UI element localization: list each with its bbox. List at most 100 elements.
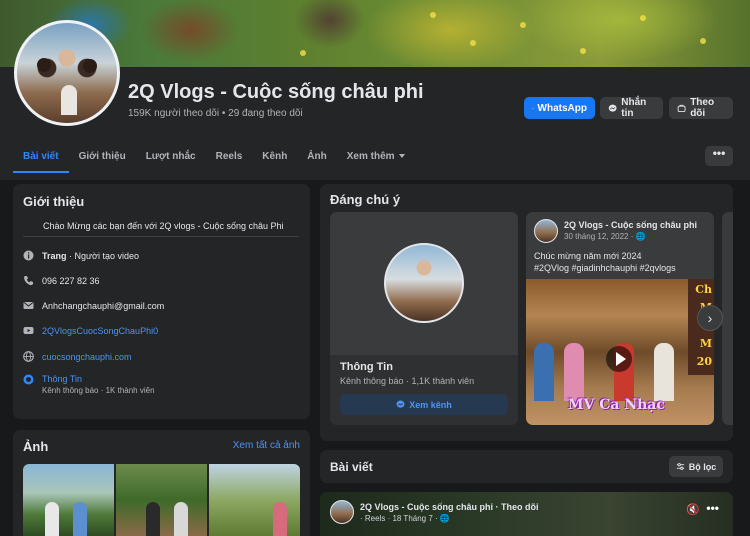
cover-flower bbox=[700, 38, 706, 44]
follow-button[interactable]: Theo dõi bbox=[669, 97, 733, 119]
mute-icon[interactable]: 🔇 bbox=[686, 503, 700, 516]
messenger-icon bbox=[608, 104, 617, 112]
video-figure bbox=[534, 343, 554, 401]
photo-thumbnail[interactable] bbox=[209, 464, 300, 536]
video-figure bbox=[564, 343, 584, 401]
posts-header: Bài viết Bộ lọc bbox=[320, 450, 733, 483]
youtube-icon bbox=[23, 325, 34, 336]
posts-title: Bài viết bbox=[330, 460, 373, 474]
intro-title: Giới thiệu bbox=[23, 194, 85, 209]
channel-card-subtitle: Kênh thông báo · 1,1K thành viên bbox=[340, 376, 475, 386]
tab-photos[interactable]: Ảnh bbox=[297, 145, 336, 173]
intro-description: Chào Mừng các bạn đến với 2Q vlogs - Cuộ… bbox=[43, 221, 284, 231]
chevron-right-icon[interactable]: › bbox=[697, 305, 723, 331]
phone-number: 096 227 82 36 bbox=[42, 275, 100, 286]
side-letter: 20 bbox=[696, 355, 712, 368]
tab-posts[interactable]: Bài viết bbox=[13, 145, 69, 173]
photo-thumbnail[interactable] bbox=[23, 464, 114, 536]
see-all-photos-link[interactable]: Xem tất cả ảnh bbox=[233, 440, 300, 451]
photos-title: Ảnh bbox=[23, 439, 49, 454]
post-author-name[interactable]: 2Q Vlogs - Cuộc sống châu phi · Theo dõi bbox=[360, 502, 539, 512]
tab-reels[interactable]: Reels bbox=[206, 145, 253, 173]
follow-icon bbox=[677, 104, 686, 112]
channel-link[interactable]: Thông Tin bbox=[42, 374, 82, 384]
messenger-icon bbox=[396, 400, 405, 408]
video-figure bbox=[654, 343, 674, 401]
message-label: Nhắn tin bbox=[621, 97, 647, 119]
photo-thumbnail[interactable] bbox=[116, 464, 207, 536]
intro-website[interactable]: cuocsongchauphi.com bbox=[23, 351, 132, 362]
post-card[interactable]: 2Q Vlogs - Cuộc sống châu phi · Theo dõi… bbox=[320, 492, 733, 536]
next-card-peek[interactable] bbox=[722, 212, 733, 425]
divider bbox=[23, 236, 299, 237]
website-link[interactable]: cuocsongchauphi.com bbox=[42, 352, 132, 362]
cover-flower bbox=[470, 40, 476, 46]
intro-channel[interactable]: Thông Tin Kênh thông báo · 1K thành viên bbox=[23, 374, 155, 395]
play-icon[interactable] bbox=[606, 346, 632, 372]
page-title: 2Q Vlogs - Cuộc sống châu phi bbox=[128, 81, 424, 103]
profile-tabs: Bài viết Giới thiệu Lượt nhắc Reels Kênh… bbox=[13, 145, 415, 173]
intro-page-type: Trang · Người tạo video bbox=[23, 250, 139, 261]
photos-card: Ảnh Xem tất cả ảnh bbox=[13, 430, 310, 536]
message-button[interactable]: Nhắn tin bbox=[600, 97, 663, 119]
email-icon bbox=[23, 300, 34, 311]
photo-figure bbox=[73, 502, 87, 536]
channel-card[interactable]: Thông Tin Kênh thông báo · 1,1K thành vi… bbox=[330, 212, 518, 425]
post-options-icon[interactable]: ••• bbox=[706, 501, 719, 515]
intro-card: Giới thiệu Chào Mừng các bạn đến với 2Q … bbox=[13, 184, 310, 419]
email-address: Anhchangchauphi@gmail.com bbox=[42, 300, 165, 311]
intro-phone[interactable]: 096 227 82 36 bbox=[23, 275, 100, 286]
post-author-name[interactable]: 2Q Vlogs - Cuộc sống châu phi bbox=[564, 220, 697, 230]
tab-more-label: Xem thêm bbox=[346, 151, 395, 162]
cover-flower bbox=[640, 15, 646, 21]
avatar-figure bbox=[83, 59, 97, 73]
featured-post-card[interactable]: 2Q Vlogs - Cuộc sống châu phi 30 tháng 1… bbox=[526, 212, 714, 425]
post-author-avatar[interactable] bbox=[330, 500, 354, 524]
intro-email[interactable]: Anhchangchauphi@gmail.com bbox=[23, 300, 164, 311]
post-hashtags[interactable]: #2QVlog #giadinhchauphi #2qvlogs bbox=[534, 262, 710, 274]
youtube-link[interactable]: 2QVlogsCuocSongChauPhi0 bbox=[42, 326, 158, 336]
filter-icon bbox=[676, 463, 684, 470]
page-type-rest: · Người tạo video bbox=[66, 250, 139, 261]
post-author-avatar[interactable] bbox=[534, 219, 558, 243]
channel-card-title: Thông Tin bbox=[340, 361, 393, 373]
follower-stats[interactable]: 159K người theo dõi • 29 đang theo dõi bbox=[128, 108, 303, 119]
post-meta: · Reels · 18 Tháng 7 · 🌐 bbox=[360, 514, 450, 523]
whatsapp-button[interactable]: WhatsApp bbox=[524, 97, 595, 119]
cover-flower bbox=[430, 12, 436, 18]
more-options-button[interactable]: ••• bbox=[705, 146, 733, 166]
follow-label: Theo dõi bbox=[690, 97, 715, 119]
filter-label: Bộ lọc bbox=[688, 461, 717, 472]
profile-avatar[interactable] bbox=[14, 20, 120, 126]
filter-button[interactable]: Bộ lọc bbox=[669, 456, 723, 477]
photo-figure bbox=[174, 502, 188, 536]
globe-icon bbox=[23, 351, 34, 362]
phone-icon bbox=[23, 275, 34, 286]
avatar-figure bbox=[37, 58, 51, 72]
cover-flower bbox=[580, 48, 586, 54]
side-letter: Ch bbox=[695, 283, 712, 296]
post-date[interactable]: 30 tháng 12, 2022 · 🌐 bbox=[564, 232, 646, 241]
post-text-line: Chúc mừng năm mới 2024 bbox=[534, 251, 642, 261]
intro-youtube[interactable]: 2QVlogsCuocSongChauPhi0 bbox=[23, 325, 158, 336]
chevron-down-icon bbox=[398, 154, 405, 159]
tab-about[interactable]: Giới thiệu bbox=[69, 145, 136, 173]
channel-subtitle: Kênh thông báo · 1K thành viên bbox=[42, 386, 155, 395]
cover-flower bbox=[300, 50, 306, 56]
post-text: Chúc mừng năm mới 2024 #2QVlog #giadinhc… bbox=[534, 250, 710, 274]
notable-section: Đáng chú ý Thông Tin Kênh thông báo · 1,… bbox=[320, 184, 733, 441]
tab-mentions[interactable]: Lượt nhắc bbox=[136, 145, 206, 173]
tab-more[interactable]: Xem thêm bbox=[337, 145, 415, 173]
tab-channels[interactable]: Kênh bbox=[252, 145, 297, 173]
avatar-figure bbox=[61, 85, 77, 115]
cover-flower bbox=[520, 22, 526, 28]
whatsapp-icon bbox=[532, 107, 534, 109]
video-overlay-title: MV Ca Nhạc bbox=[568, 397, 665, 413]
view-channel-button[interactable]: Xem kênh bbox=[340, 394, 508, 415]
page-type-bold: Trang bbox=[42, 250, 67, 261]
channel-icon bbox=[23, 374, 34, 385]
photo-figure bbox=[273, 502, 287, 536]
notable-title: Đáng chú ý bbox=[330, 192, 401, 207]
view-channel-label: Xem kênh bbox=[409, 399, 452, 410]
whatsapp-label: WhatsApp bbox=[537, 102, 587, 114]
